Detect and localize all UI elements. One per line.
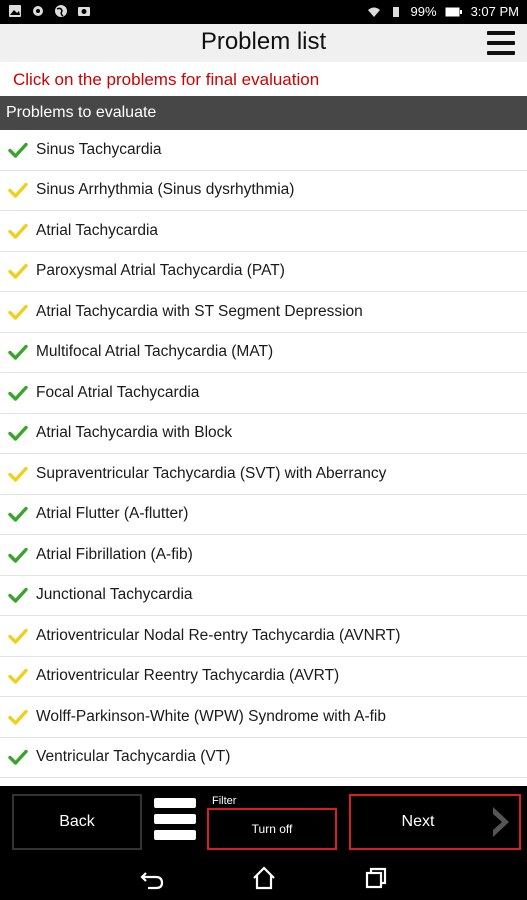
next-label: Next [401, 813, 435, 830]
problem-item[interactable]: Supraventricular Tachycardia (SVT) with … [0, 454, 527, 495]
check-icon [8, 507, 28, 522]
notification-icons [8, 4, 91, 18]
problem-label: Atrioventricular Reentry Tachycardia (AV… [36, 667, 340, 685]
problem-label: Atrial Flutter (A-flutter) [36, 505, 189, 523]
recent-apps-icon[interactable] [362, 864, 390, 892]
check-icon [8, 750, 28, 765]
check-icon [8, 669, 28, 684]
wifi-icon [367, 7, 380, 17]
problem-label: Atrial Tachycardia [36, 221, 159, 239]
clock: 3:07 PM [470, 4, 519, 19]
bottom-action-bar: Back Filter Turn off Next [0, 786, 527, 856]
app-header: Problem list [0, 24, 527, 62]
battery-percent: 99% [410, 4, 437, 19]
check-icon [8, 304, 28, 320]
problem-label: Multifocal Atrial Tachycardia (MAT) [36, 343, 274, 361]
section-header: Problems to evaluate [0, 96, 527, 130]
problem-label: Atrial Tachycardia with ST Segment Depre… [36, 302, 363, 320]
image-notification-icon [9, 5, 21, 17]
problem-item[interactable]: Atrial Flutter (A-flutter) [0, 495, 527, 535]
problem-item[interactable]: Multifocal Atrial Tachycardia (MAT) [0, 333, 527, 373]
check-icon [8, 385, 28, 401]
check-icon [8, 466, 28, 482]
check-icon [8, 709, 28, 725]
settings-notification-icon [33, 6, 43, 16]
problem-item[interactable]: Paroxysmal Atrial Tachycardia (PAT) [0, 252, 527, 292]
back-button[interactable]: Back [12, 794, 142, 850]
chevron-right-icon [493, 807, 509, 837]
problem-label: Junctional Tachycardia [36, 586, 193, 604]
problem-item[interactable]: Atrial Fibrillation (A-fib) [0, 535, 527, 576]
instruction-text: Click on the problems for final evaluati… [13, 70, 320, 89]
status-bar: 99% 3:07 PM [0, 0, 527, 24]
problem-item[interactable]: Wolff-Parkinson-White (WPW) Syndrome wit… [0, 697, 527, 738]
problem-item[interactable]: Atrioventricular Reentry Tachycardia (AV… [0, 657, 527, 697]
problem-item[interactable]: Sinus Tachycardia [0, 130, 527, 171]
problem-label: Sinus Tachycardia [36, 140, 162, 158]
problem-label: Supraventricular Tachycardia (SVT) with … [36, 464, 387, 482]
check-icon [8, 426, 28, 441]
next-button[interactable]: Next [349, 794, 521, 850]
problem-label: Paroxysmal Atrial Tachycardia (PAT) [36, 262, 285, 280]
filter-label: Filter [212, 795, 237, 807]
problem-item[interactable]: Ventricular Tachycardia (VT) [0, 738, 527, 778]
problem-label: Focal Atrial Tachycardia [36, 383, 200, 401]
page-title: Problem list [200, 28, 327, 55]
system-status: 99% 3:07 PM [367, 4, 519, 20]
problem-label: Atrioventricular Nodal Re-entry Tachycar… [36, 626, 401, 644]
signal-icon [392, 7, 399, 17]
photo-notification-icon [78, 7, 90, 16]
problem-label: Sinus Arrhythmia (Sinus dysrhythmia) [36, 181, 295, 199]
check-icon [8, 588, 28, 603]
back-arrow-icon[interactable] [138, 864, 166, 892]
problem-item[interactable]: Atrial Tachycardia with Block [0, 414, 527, 454]
problem-item[interactable]: Junctional Tachycardia [0, 576, 527, 616]
filter-turn-off-button[interactable]: Turn off [207, 808, 337, 850]
problem-item[interactable]: Atrioventricular Nodal Re-entry Tachycar… [0, 616, 527, 657]
battery-icon [445, 7, 462, 17]
system-nav-bar [0, 856, 527, 900]
problem-list: Sinus Tachycardia Sinus Arrhythmia (Sinus… [0, 130, 527, 786]
problem-item[interactable]: Atrial Tachycardia [0, 211, 527, 252]
hamburger-menu-icon[interactable] [487, 29, 515, 57]
problem-item[interactable]: Atrial Tachycardia with ST Segment Depre… [0, 292, 527, 333]
check-icon [8, 223, 28, 239]
problem-item[interactable]: Focal Atrial Tachycardia [0, 373, 527, 414]
check-icon [8, 183, 28, 198]
home-icon[interactable] [250, 864, 278, 892]
problem-label: Wolff-Parkinson-White (WPW) Syndrome wit… [36, 707, 386, 725]
globe-notification-icon [55, 5, 67, 17]
list-icon[interactable] [154, 798, 196, 840]
check-icon [8, 628, 28, 644]
check-icon [8, 264, 28, 279]
check-icon [8, 345, 28, 360]
problem-label: Atrial Fibrillation (A-fib) [36, 545, 193, 563]
problem-item[interactable]: Sinus Arrhythmia (Sinus dysrhythmia) [0, 171, 527, 211]
check-icon [8, 142, 28, 158]
problem-label: Ventricular Tachycardia (VT) [36, 748, 231, 766]
problem-label: Atrial Tachycardia with Block [36, 424, 233, 442]
check-icon [8, 547, 28, 563]
